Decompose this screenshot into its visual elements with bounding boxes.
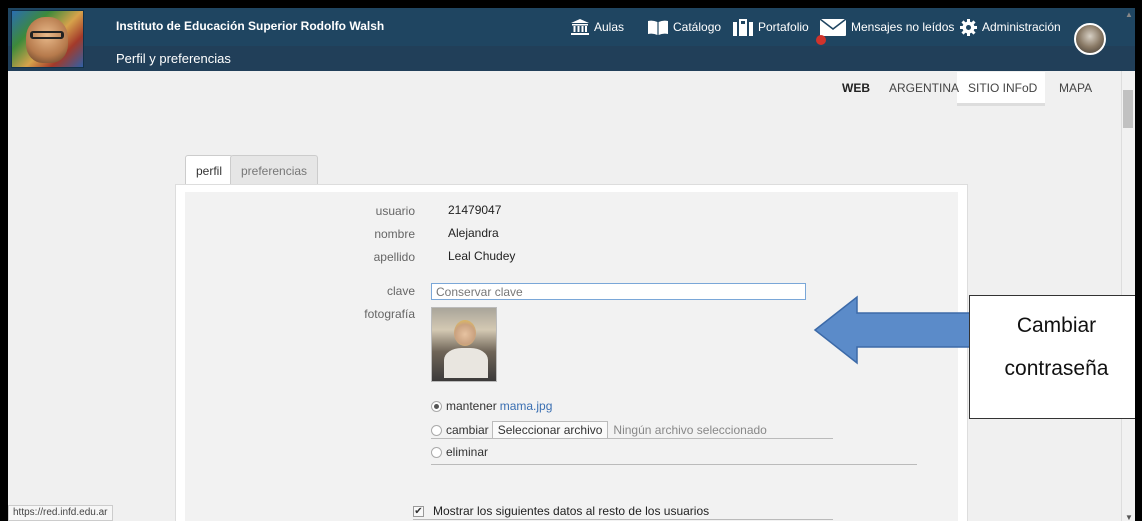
scrollbar-thumb[interactable]: [1123, 90, 1133, 128]
browser-viewport: Instituto de Educación Superior Rodolfo …: [8, 8, 1135, 521]
password-field[interactable]: [431, 283, 806, 300]
usuario-value: 21479047: [448, 203, 502, 217]
option-delete-photo[interactable]: eliminar: [431, 445, 488, 459]
subnav-argentina[interactable]: ARGENTINA: [889, 81, 959, 95]
callout-box: Cambiar contraseña: [969, 295, 1135, 419]
radio-change[interactable]: [431, 424, 442, 436]
photo-person-body: [444, 348, 488, 378]
show-data-checkbox-row[interactable]: ✔ Mostrar los siguientes datos al resto …: [413, 504, 709, 518]
select-file-button[interactable]: Seleccionar archivo: [491, 421, 609, 439]
nombre-value: Alejandra: [448, 226, 499, 240]
apellido-label: apellido: [373, 250, 415, 264]
callout-line-1: Cambiar: [1016, 314, 1097, 337]
change-label: cambiar: [446, 423, 489, 437]
subnav-sitio-infod[interactable]: SITIO INFoD: [968, 81, 1037, 95]
show-data-underline: [413, 519, 833, 520]
unread-badge-dot: [816, 35, 826, 45]
radio-keep[interactable]: [431, 400, 442, 412]
gear-icon: [960, 18, 977, 36]
scroll-down-arrow-icon[interactable]: ▼: [1125, 513, 1133, 521]
callout-line-2: contraseña: [1004, 357, 1109, 380]
nav-catalogo-label: Catálogo: [673, 20, 722, 34]
delete-underline: [431, 464, 917, 465]
fotografia-label: fotografía: [364, 307, 415, 321]
scroll-up-arrow-icon[interactable]: ▲: [1125, 10, 1133, 19]
usuario-label: usuario: [375, 204, 415, 218]
envelope-icon: [820, 18, 846, 36]
nav-portafolio-label: Portafolio: [758, 20, 809, 34]
logo-face-image: [26, 17, 68, 63]
page-subtitle: Perfil y preferencias: [116, 51, 231, 66]
callout-arrow-icon: [813, 295, 980, 365]
nav-administracion-label: Administración: [982, 20, 1061, 34]
radio-delete[interactable]: [431, 446, 442, 458]
status-bar-url: https://red.infd.edu.ar: [8, 505, 113, 521]
keep-label: mantener: [446, 399, 497, 413]
institution-logo[interactable]: [11, 10, 84, 68]
no-file-selected-text: Ningún archivo seleccionado: [613, 423, 767, 437]
user-avatar[interactable]: [1074, 23, 1106, 55]
apellido-value: Leal Chudey: [448, 249, 516, 263]
nav-mensajes[interactable]: Mensajes no leídos: [820, 17, 954, 37]
building-columns-icon: [571, 19, 589, 35]
tab-preferencias[interactable]: preferencias: [230, 155, 319, 185]
institution-name[interactable]: Instituto de Educación Superior Rodolfo …: [116, 19, 384, 33]
show-data-checkbox[interactable]: ✔: [413, 505, 424, 517]
book-open-icon: [648, 20, 668, 35]
nombre-label: nombre: [374, 227, 415, 241]
option-keep-photo[interactable]: mantener mama.jpg: [431, 399, 552, 413]
profile-photo: [431, 307, 497, 382]
nav-mensajes-label: Mensajes no leídos: [851, 20, 955, 34]
logo-glasses-image: [30, 31, 64, 39]
nav-portafolio[interactable]: Portafolio: [733, 17, 809, 37]
top-header: Instituto de Educación Superior Rodolfo …: [8, 8, 1135, 71]
subnav-web[interactable]: WEB: [842, 81, 870, 95]
change-underline: [431, 438, 833, 439]
nav-aulas[interactable]: Aulas: [571, 17, 624, 37]
nav-catalogo[interactable]: Catálogo: [648, 17, 721, 37]
subnav-mapa[interactable]: MAPA: [1059, 81, 1092, 95]
clave-label: clave: [386, 284, 415, 298]
tab-perfil[interactable]: perfil: [185, 155, 234, 187]
option-change-photo[interactable]: cambiar Seleccionar archivo Ningún archi…: [431, 421, 767, 439]
portfolio-icon: [733, 18, 753, 36]
delete-label: eliminar: [446, 445, 489, 459]
show-data-label: Mostrar los siguientes datos al resto de…: [433, 504, 710, 518]
nav-aulas-label: Aulas: [594, 20, 625, 34]
photo-filename-link[interactable]: mama.jpg: [500, 399, 553, 413]
nav-administracion[interactable]: Administración: [960, 17, 1061, 37]
photo-person-head: [454, 320, 476, 346]
